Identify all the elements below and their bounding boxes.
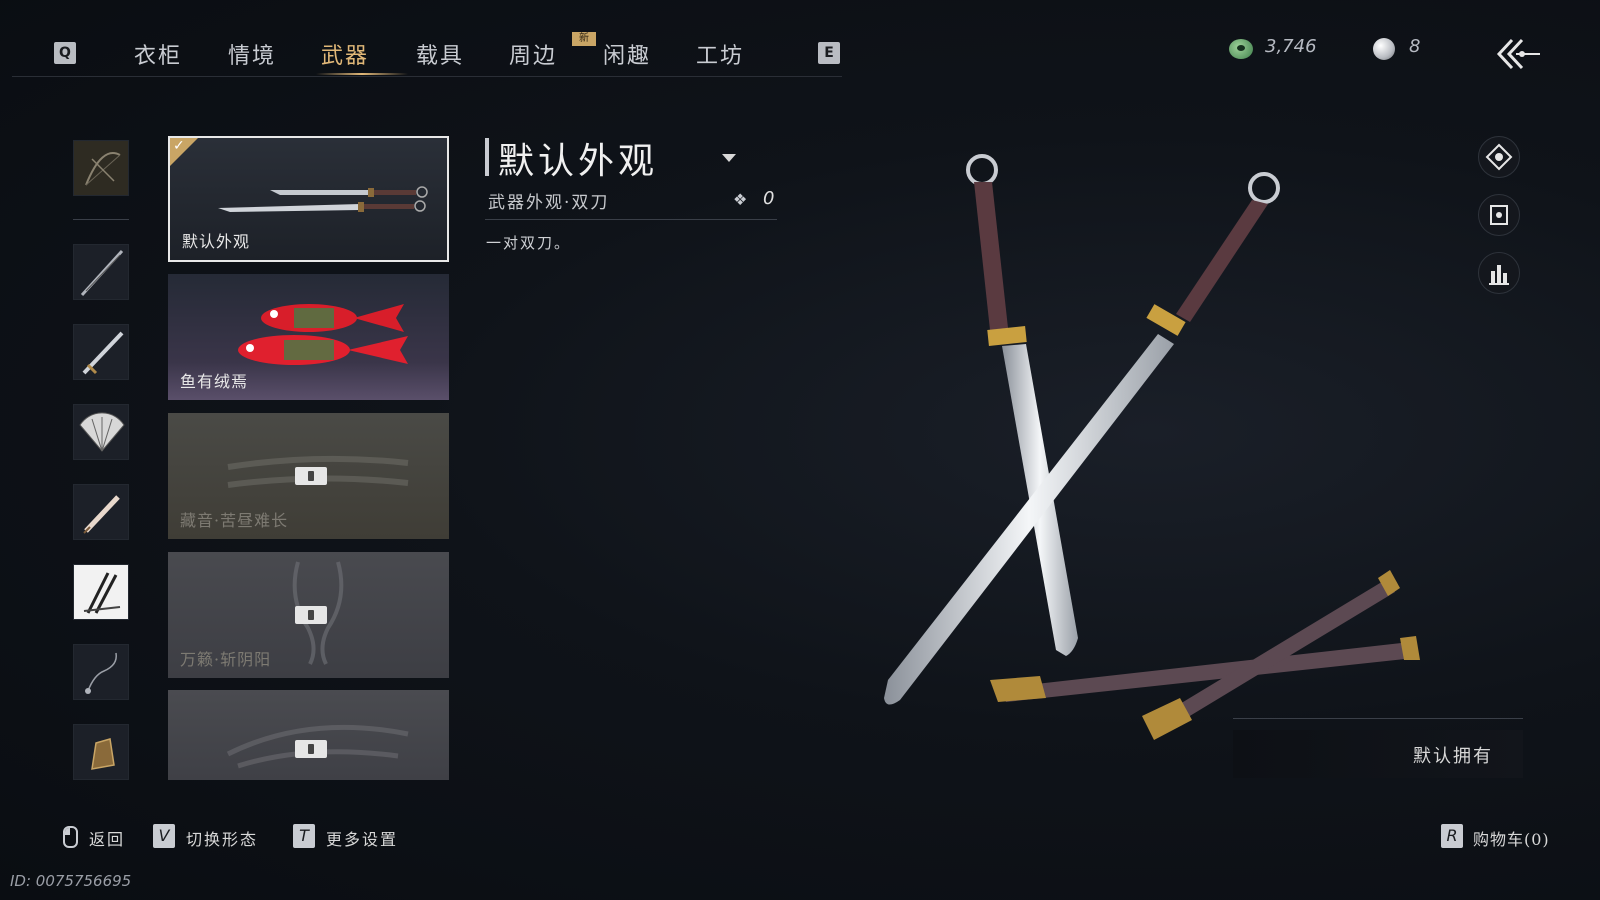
tab-peripheral[interactable]: 周边 [509, 38, 557, 70]
lock-icon [295, 740, 327, 758]
more-settings-key[interactable]: T [293, 824, 315, 848]
category-divider [73, 219, 129, 220]
category-umbrella-icon[interactable] [73, 484, 129, 540]
category-fan-icon[interactable] [73, 404, 129, 460]
switch-form-button[interactable]: 切换形态 [186, 826, 258, 850]
tab-wardrobe[interactable]: 衣柜 [134, 38, 182, 70]
pearl-currency-icon [1373, 38, 1395, 60]
owned-status-box: 默认拥有 [1233, 730, 1523, 778]
category-rope-dart-icon[interactable] [73, 644, 129, 700]
flower-count: 0 [763, 188, 775, 209]
owned-label: 默认拥有 [1413, 746, 1493, 767]
detail-title: 默认外观 [498, 141, 659, 182]
jade-currency-icon [1229, 39, 1253, 59]
skin-card-locked-3[interactable] [168, 690, 449, 780]
detail-description: 一对双刀。 [486, 234, 572, 252]
screenshot-button[interactable] [1478, 194, 1520, 236]
category-sword-icon[interactable] [73, 324, 129, 380]
lock-icon [295, 467, 327, 485]
back-button[interactable]: 返回 [89, 826, 125, 850]
skin-card-default[interactable]: ✓ 默认外观 [168, 136, 449, 262]
switch-form-key[interactable]: V [153, 824, 175, 848]
new-badge: 新 [572, 32, 596, 46]
tab-leisure[interactable]: 闲趣 [603, 38, 651, 70]
frame-icon [1490, 205, 1508, 225]
skin-label: 鱼有绒焉 [180, 372, 249, 391]
tab-weapon[interactable]: 武器 [321, 38, 369, 70]
nav-prev-key[interactable]: Q [54, 42, 76, 64]
mouse-icon [63, 826, 78, 848]
back-arrow-icon[interactable] [1496, 36, 1542, 72]
detail-title-bar [485, 138, 489, 176]
skin-label: 藏音·苦昼难长 [180, 511, 289, 530]
cart-key[interactable]: R [1441, 824, 1463, 848]
default-blades-thumbnail-icon [218, 186, 428, 212]
lock-icon [295, 606, 327, 624]
category-spear-icon[interactable] [73, 244, 129, 300]
bar-chart-icon [1489, 265, 1509, 285]
tab-workshop[interactable]: 工坊 [696, 38, 744, 70]
selected-check-icon: ✓ [170, 138, 198, 166]
weapon-preview-image [884, 154, 1420, 740]
skin-label: 万籁·斩阴阳 [180, 650, 272, 669]
jade-amount: 3,746 [1265, 36, 1317, 57]
tab-vehicle[interactable]: 载具 [416, 38, 464, 70]
cart-button[interactable]: 购物车(0) [1473, 826, 1550, 850]
rotate-icon [1485, 143, 1513, 171]
skin-card-locked-1[interactable]: 藏音·苦昼难长 [168, 413, 449, 539]
fish-blades-thumbnail-icon [238, 304, 408, 365]
stats-button[interactable] [1478, 252, 1520, 294]
category-bow-icon[interactable] [73, 140, 129, 196]
tab-scene[interactable]: 情境 [228, 38, 276, 70]
owned-divider [1233, 718, 1523, 719]
detail-divider [485, 219, 777, 220]
chevron-down-icon[interactable] [722, 154, 736, 162]
category-dual-blades-icon[interactable] [73, 564, 129, 620]
detail-subtitle: 武器外观·双刀 [488, 193, 610, 213]
nav-next-key[interactable]: E [818, 42, 840, 64]
user-id: ID: 0075756695 [10, 872, 132, 890]
skin-label: 默认外观 [182, 232, 251, 251]
more-settings-button[interactable]: 更多设置 [326, 826, 398, 850]
pearl-amount: 8 [1409, 36, 1421, 57]
rotate-view-button[interactable] [1478, 136, 1520, 178]
active-tab-underline [316, 73, 408, 75]
flower-icon: ❖ [733, 190, 748, 209]
category-gauntlet-icon[interactable] [73, 724, 129, 780]
locked-blades-thumbnail-icon [226, 724, 409, 769]
skin-card-locked-2[interactable]: 万籁·斩阴阳 [168, 552, 449, 678]
top-nav: Q 衣柜 情境 武器 载具 周边 新 闲趣 工坊 E [12, 30, 842, 77]
skin-card-fish[interactable]: 鱼有绒焉 [168, 274, 449, 400]
